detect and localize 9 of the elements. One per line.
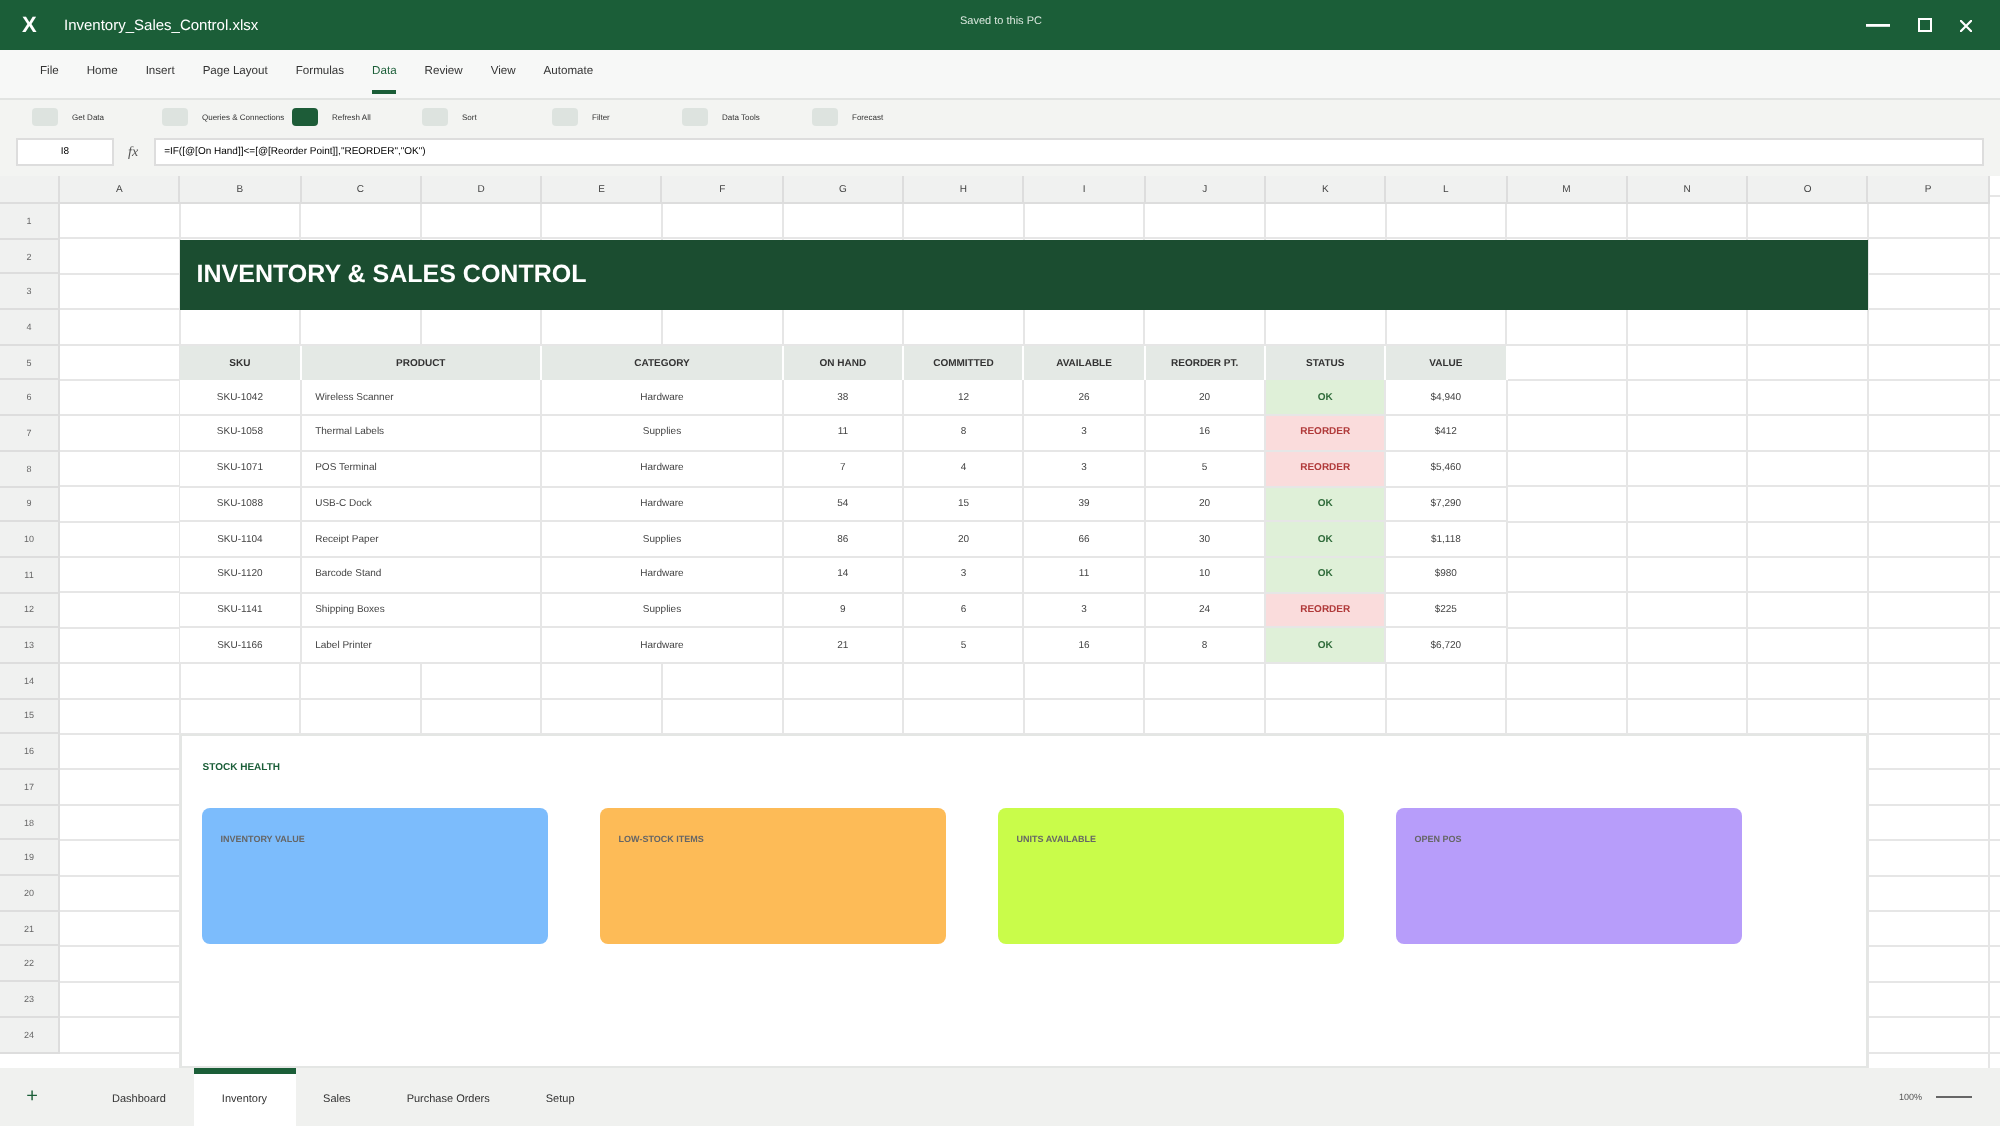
select-all-corner[interactable] <box>0 176 60 204</box>
app-logo: X <box>22 13 39 37</box>
title-banner: INVENTORY & SALES CONTROL <box>180 239 1869 311</box>
ribbon-icon[interactable] <box>292 108 318 126</box>
zoom-line-icon <box>1936 1094 1972 1100</box>
add-sheet-button[interactable]: + <box>16 1086 48 1108</box>
minimize-icon[interactable] <box>1866 23 1890 27</box>
close-icon[interactable] <box>1960 19 1972 31</box>
maximize-icon[interactable] <box>1918 18 1932 32</box>
